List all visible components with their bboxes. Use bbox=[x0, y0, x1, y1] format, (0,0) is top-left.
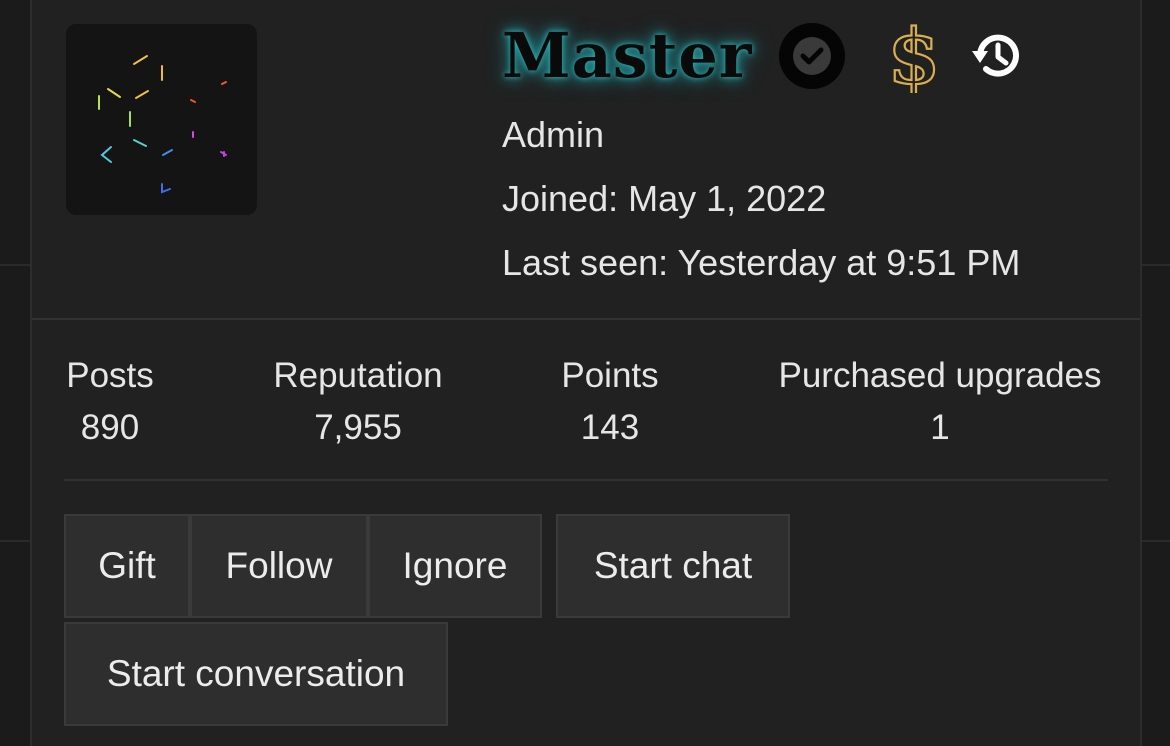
stat-value: 7,955 bbox=[314, 408, 402, 447]
ignore-button[interactable]: Ignore bbox=[368, 514, 542, 618]
background-divider-right bbox=[1140, 264, 1170, 266]
stat-label: Reputation bbox=[273, 356, 443, 395]
stat-reputation[interactable]: Reputation 7,955 bbox=[258, 352, 458, 456]
stats-divider bbox=[64, 479, 1108, 481]
background-divider-right-lower bbox=[1140, 540, 1170, 542]
user-title-row: Master $ bbox=[502, 16, 1024, 96]
stat-value: 890 bbox=[80, 408, 140, 447]
start-chat-button[interactable]: Start chat bbox=[556, 514, 790, 618]
last-seen: Last seen: Yesterday at 9:51 PM bbox=[502, 242, 1021, 283]
gift-button[interactable]: Gift bbox=[64, 514, 190, 618]
avatar[interactable] bbox=[66, 24, 257, 215]
verified-badge-icon bbox=[779, 23, 846, 89]
stat-label: Purchased upgrades bbox=[778, 356, 1102, 395]
follow-button[interactable]: Follow bbox=[190, 514, 368, 618]
user-role: Admin bbox=[502, 114, 605, 155]
history-icon[interactable] bbox=[970, 29, 1024, 83]
dollar-icon[interactable]: $ bbox=[884, 19, 944, 93]
member-stats: Posts 890 Reputation 7,955 Points 143 Pu… bbox=[32, 352, 1140, 452]
background-divider-left bbox=[0, 264, 30, 266]
background-divider-left-lower bbox=[0, 540, 30, 542]
user-title: Master bbox=[502, 19, 753, 92]
stat-label: Points bbox=[561, 356, 659, 395]
stat-value: 143 bbox=[580, 408, 640, 447]
stat-posts[interactable]: Posts 890 bbox=[46, 352, 174, 456]
stat-points[interactable]: Points 143 bbox=[540, 352, 680, 456]
avatar-art-icon bbox=[98, 55, 227, 194]
stat-label: Posts bbox=[66, 356, 154, 395]
header-divider bbox=[32, 318, 1140, 320]
start-conversation-button[interactable]: Start conversation bbox=[64, 622, 448, 726]
svg-text:$: $ bbox=[888, 19, 941, 93]
stat-value: 1 bbox=[930, 408, 950, 447]
stat-purchased-upgrades[interactable]: Purchased upgrades 1 bbox=[772, 352, 1108, 456]
member-profile-card: Master $ Admin Joined: May 1, 2022 Last … bbox=[30, 0, 1142, 746]
joined-date: Joined: May 1, 2022 bbox=[502, 178, 827, 219]
